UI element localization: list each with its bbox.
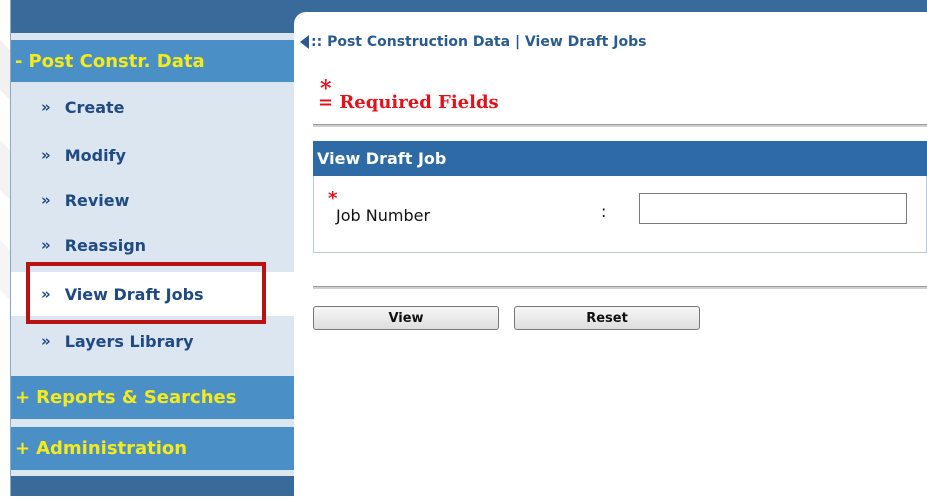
job-number-label: Job Number <box>336 206 431 225</box>
back-triangle-icon[interactable] <box>300 35 309 49</box>
sidebar-item-layers-library[interactable]: » Layers Library <box>11 324 295 358</box>
breadcrumb-path: Post Construction Data | View Draft Jobs <box>327 34 647 50</box>
sidebar-section-post-constr-data[interactable]: - Post Constr. Data <box>11 40 295 82</box>
view-draft-job-panel: View Draft Job * Job Number : <box>313 141 927 253</box>
active-item-highlight <box>26 262 266 324</box>
sidebar-bottom-bar <box>11 476 295 496</box>
sidebar-item-label: Create <box>64 97 125 117</box>
divider <box>313 124 927 127</box>
sidebar-item-label: Review <box>64 190 130 210</box>
section-label: Reports & Searches <box>36 387 237 408</box>
expand-sign: + <box>15 438 31 459</box>
section-label: Administration <box>36 438 188 459</box>
main-content <box>294 12 927 496</box>
breadcrumb-prefix: :: <box>311 34 328 50</box>
sidebar: - Post Constr. Data » Create » Modify » … <box>10 0 295 496</box>
expand-sign: + <box>15 387 31 408</box>
sidebar-item-review[interactable]: » Review <box>11 183 295 217</box>
double-chevron-icon: » <box>41 332 51 350</box>
breadcrumb: :: Post Construction Data | View Draft J… <box>300 34 646 50</box>
double-chevron-icon: » <box>41 146 51 164</box>
view-button[interactable]: View <box>313 306 499 330</box>
reset-button[interactable]: Reset <box>514 306 700 330</box>
panel-body: * Job Number : <box>313 176 927 253</box>
sidebar-section-reports-searches[interactable]: + Reports & Searches <box>11 376 295 419</box>
collapse-sign: - <box>15 50 23 72</box>
sidebar-item-modify[interactable]: » Modify <box>11 138 295 172</box>
job-number-input[interactable] <box>639 193 907 224</box>
sidebar-section-administration[interactable]: + Administration <box>11 427 295 470</box>
sidebar-item-reassign[interactable]: » Reassign <box>11 228 295 262</box>
sidebar-top-bar <box>11 0 295 33</box>
app-frame: - Post Constr. Data » Create » Modify » … <box>0 0 927 502</box>
sidebar-item-label: Modify <box>64 145 126 165</box>
double-chevron-icon: » <box>41 191 51 209</box>
double-chevron-icon: » <box>41 98 51 116</box>
required-text: = Required Fields <box>318 92 499 113</box>
panel-title: View Draft Job <box>313 141 927 176</box>
sidebar-item-create[interactable]: » Create <box>11 90 295 124</box>
section-label: Post Constr. Data <box>28 50 205 72</box>
sidebar-item-label: Reassign <box>64 235 147 255</box>
field-colon: : <box>601 202 607 221</box>
main-top-bar <box>294 0 927 12</box>
sidebar-item-label: Layers Library <box>64 331 194 351</box>
double-chevron-icon: » <box>41 236 51 254</box>
divider <box>313 286 927 289</box>
